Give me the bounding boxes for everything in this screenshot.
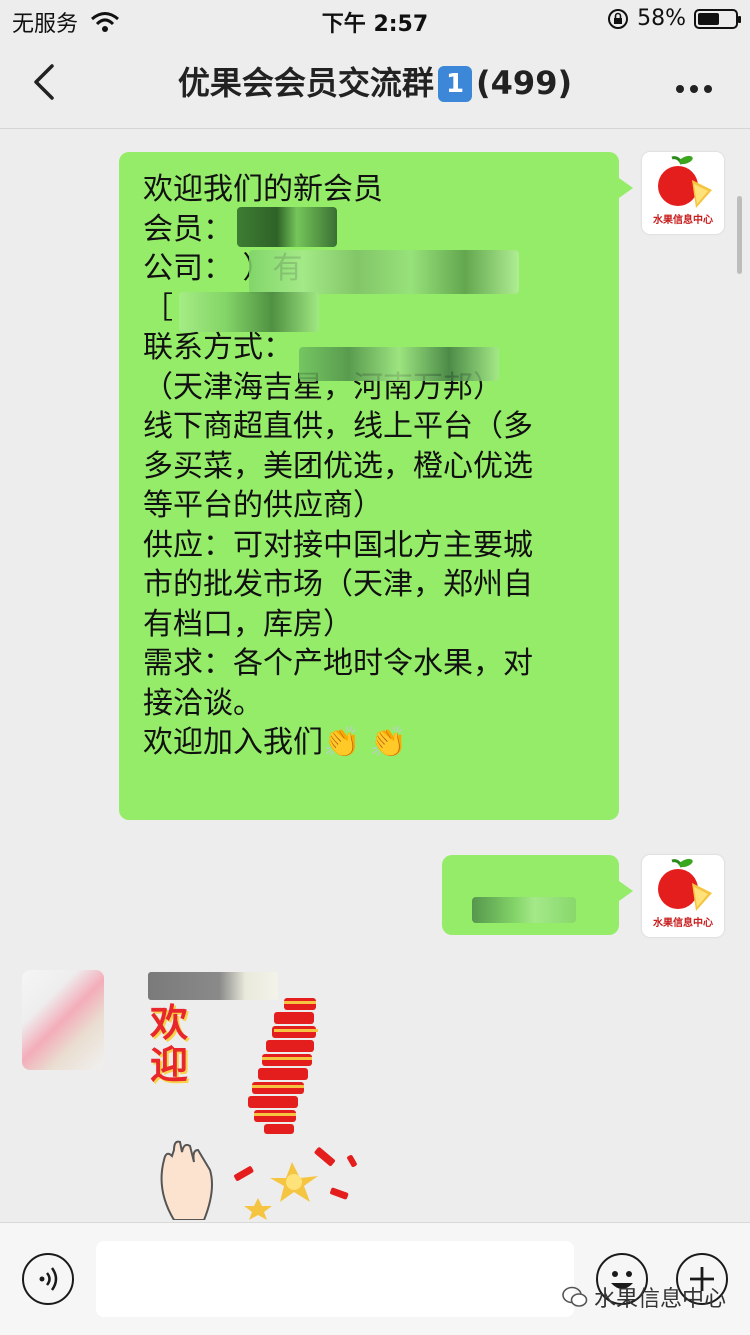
battery-fill	[698, 12, 719, 25]
apple-logo-icon	[658, 858, 712, 911]
message-line: 欢迎加入我们👏 👏	[143, 725, 408, 760]
message-bubble[interactable]	[442, 855, 633, 935]
message-line: 会员：	[143, 211, 233, 247]
status-right: 58%	[607, 6, 741, 31]
chat-header: 优果会会员交流群 1 (499)	[0, 40, 750, 129]
scroll-indicator	[737, 196, 742, 274]
battery-icon	[694, 8, 741, 29]
message-line: 需求：各个产地时令水果，对	[143, 646, 533, 681]
redacted-block	[237, 207, 337, 247]
unread-badge: 1	[437, 66, 473, 102]
friend-avatar[interactable]	[22, 970, 104, 1070]
back-icon[interactable]	[26, 60, 70, 104]
apple-logo-icon	[658, 155, 712, 208]
redacted-block	[299, 347, 499, 381]
wechat-logo-icon	[562, 1286, 588, 1307]
welcome-sticker[interactable]: 欢 迎	[134, 990, 394, 1220]
message-line: 接洽谈。	[143, 685, 263, 721]
message-line: 欢迎我们的新会员	[143, 172, 383, 207]
self-avatar[interactable]: 水果信息中心	[642, 152, 724, 234]
message-line: 等平台的供应商）	[143, 488, 383, 523]
status-bar: 无服务 下午 2:57 58%	[0, 0, 750, 40]
message-line: 市的批发市场（天津，郑州自	[143, 567, 533, 602]
voice-button[interactable]	[22, 1253, 74, 1305]
chat-title: 优果会会员交流群 1 (499)	[100, 58, 650, 104]
watermark: 水果信息中心	[562, 1281, 726, 1313]
avatar-caption: 水果信息中心	[653, 215, 713, 226]
more-icon[interactable]	[676, 78, 720, 93]
message-input[interactable]	[96, 1241, 574, 1317]
member-count: (499)	[476, 64, 573, 102]
message-bubble[interactable]: 欢迎我们的新会员 会员： 公司： ）有 ［ 联系方式： （天津海吉星，河南万邦）…	[119, 152, 633, 820]
message-line: 多买菜，美团优选，橙心优选	[143, 448, 533, 484]
group-name: 优果会会员交流群	[177, 64, 434, 102]
battery-percent: 58%	[637, 6, 686, 31]
message-line: 供应：可对接中国北方主要城	[143, 527, 533, 563]
message-line: 线下商超直供，线上平台（多	[143, 409, 533, 444]
message-line: 有档口，库房）	[143, 606, 353, 642]
input-bar: 水果信息中心	[0, 1222, 750, 1335]
self-avatar[interactable]: 水果信息中心	[642, 855, 724, 937]
firecracker-icon	[160, 998, 357, 1220]
lock-rotation-icon	[608, 8, 629, 29]
redacted-block	[472, 897, 576, 923]
voice-icon	[39, 1267, 58, 1291]
redacted-block	[179, 292, 319, 332]
avatar-caption: 水果信息中心	[653, 918, 713, 929]
watermark-text: 水果信息中心	[593, 1287, 726, 1312]
redacted-block	[249, 250, 519, 294]
